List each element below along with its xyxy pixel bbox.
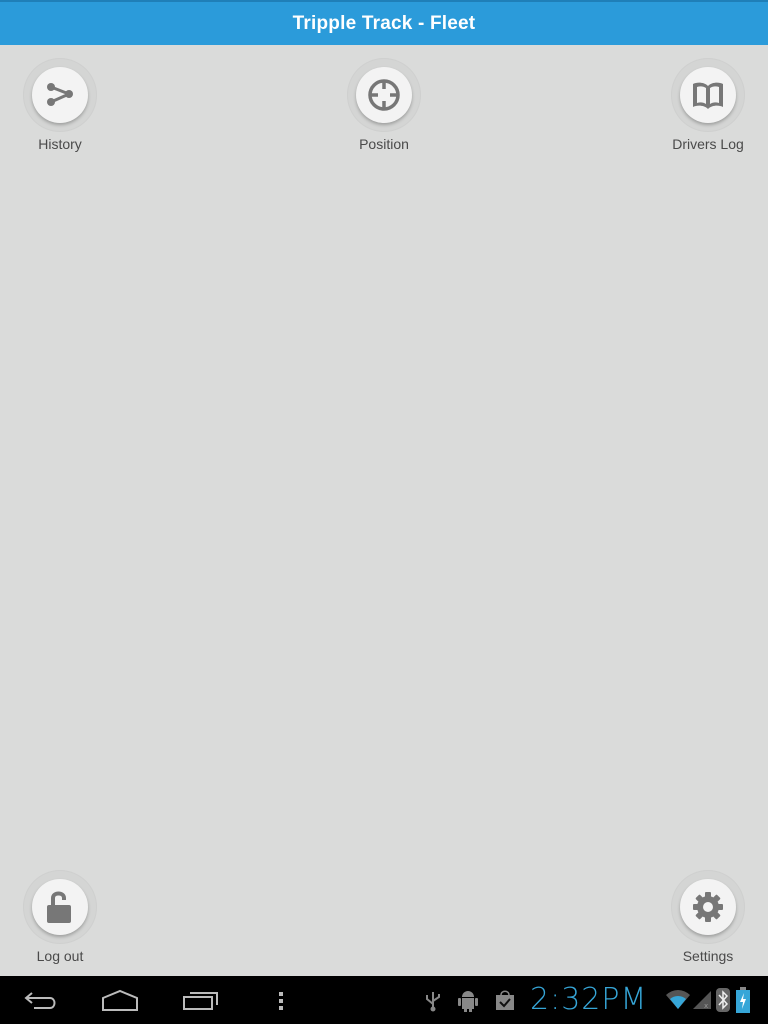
logout-button[interactable]: Log out bbox=[0, 870, 120, 964]
book-icon bbox=[693, 82, 723, 109]
svg-text:x: x bbox=[704, 1002, 708, 1010]
menu-overflow-icon[interactable] bbox=[277, 988, 285, 1012]
battery-charging-icon bbox=[736, 987, 750, 1013]
history-button[interactable]: History bbox=[0, 58, 120, 152]
home-icon[interactable] bbox=[100, 988, 140, 1012]
settings-label: Settings bbox=[682, 948, 734, 964]
crosshair-icon bbox=[368, 79, 400, 111]
android-debug-icon[interactable] bbox=[457, 989, 479, 1013]
bluetooth-icon bbox=[716, 988, 730, 1012]
drivers-log-button[interactable]: Drivers Log bbox=[648, 58, 768, 152]
back-icon[interactable] bbox=[22, 988, 60, 1012]
logout-label: Log out bbox=[36, 948, 84, 964]
main-content: History Position Drivers Log Log out Set… bbox=[0, 45, 768, 976]
recent-apps-icon[interactable] bbox=[182, 988, 220, 1012]
store-download-icon[interactable] bbox=[494, 989, 516, 1011]
drivers-log-label: Drivers Log bbox=[672, 136, 744, 152]
usb-icon[interactable] bbox=[424, 990, 442, 1012]
cell-signal-icon: x bbox=[693, 991, 711, 1010]
app-title: Tripple Track - Fleet bbox=[292, 12, 476, 34]
title-bar: Tripple Track - Fleet bbox=[0, 0, 768, 45]
gear-icon bbox=[693, 892, 723, 922]
history-share-icon bbox=[47, 83, 73, 106]
system-navigation-bar: 2:32PM x bbox=[0, 976, 768, 1024]
unlock-icon bbox=[47, 891, 71, 923]
wifi-icon bbox=[666, 990, 690, 1009]
history-label: History bbox=[38, 136, 82, 152]
settings-button[interactable]: Settings bbox=[648, 870, 768, 964]
position-label: Position bbox=[359, 136, 409, 152]
position-button[interactable]: Position bbox=[324, 58, 444, 152]
clock[interactable]: 2:32PM bbox=[530, 982, 647, 1017]
